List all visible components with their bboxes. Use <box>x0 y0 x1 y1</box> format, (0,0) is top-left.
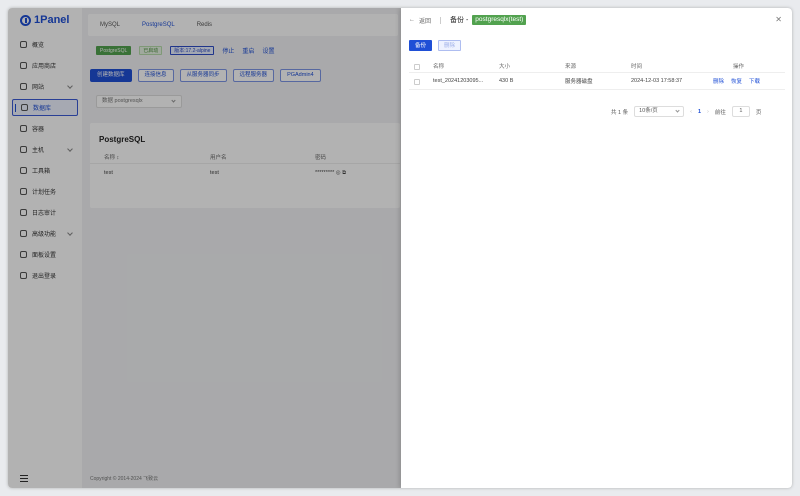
col-size-header: 大小 <box>499 64 511 70</box>
backup-drawer: ← 返回 备份 - postgresqlx(test) ✕ 备份 删除 名称 大… <box>401 8 792 488</box>
backup-size-cell: 430 B <box>499 78 514 84</box>
backup-source-cell: 服务器磁盘 <box>565 79 593 85</box>
page-size-select[interactable]: 10条/页 <box>634 106 685 117</box>
select-all-checkbox[interactable] <box>414 64 420 70</box>
pagination: 共 1 条 10条/页 ‹ 1 › 前往 1 页 <box>611 105 761 118</box>
current-page[interactable]: 1 <box>698 109 701 115</box>
page-suffix: 页 <box>755 109 762 116</box>
drawer-actions: 备份 删除 <box>409 40 462 51</box>
back-arrow-icon[interactable]: ← <box>409 17 415 23</box>
prev-page-button[interactable]: ‹ <box>690 109 692 115</box>
row-checkbox[interactable] <box>414 79 420 85</box>
table-header: 名称 大小 来源 时间 操作 <box>409 60 785 73</box>
backup-table: 名称 大小 来源 时间 操作 test_20241203095... 430 B… <box>409 60 785 90</box>
goto-label: 前往 <box>714 109 726 116</box>
back-link[interactable]: 返回 <box>419 16 431 25</box>
delete-button[interactable]: 删除 <box>438 40 462 51</box>
backup-target-tag: postgresqlx(test) <box>472 15 527 25</box>
next-page-button[interactable]: › <box>707 109 709 115</box>
chevron-down-icon <box>675 108 680 113</box>
close-icon[interactable]: ✕ <box>775 15 782 24</box>
col-name-header: 名称 <box>433 64 445 70</box>
download-backup-link[interactable]: 下载 <box>749 77 760 85</box>
delete-backup-link[interactable]: 删除 <box>713 77 724 85</box>
page-size-value: 10条/页 <box>639 108 658 114</box>
backup-button[interactable]: 备份 <box>409 40 433 51</box>
col-source-header: 来源 <box>565 64 577 70</box>
col-ops-header: 操作 <box>733 64 745 70</box>
restore-backup-link[interactable]: 恢复 <box>731 77 742 85</box>
drawer-title: 备份 - <box>450 17 469 24</box>
table-row: test_20241203095... 430 B 服务器磁盘 2024-12-… <box>409 73 785 90</box>
backup-time-cell: 2024-12-03 17:58:37 <box>631 78 683 84</box>
drawer-header: ← 返回 备份 - postgresqlx(test) ✕ <box>401 8 792 32</box>
row-actions: 删除 恢复 下载 <box>713 77 760 85</box>
app-window: 1Panel 概览 应用商店 网站 数据库 容器 主机 工具箱 计划任务 日志审计 高级功能 面板设… <box>8 8 792 488</box>
backup-name-cell: test_20241203095... <box>433 78 484 84</box>
col-time-header: 时间 <box>631 64 643 70</box>
header-divider <box>440 16 442 24</box>
total-count: 共 1 条 <box>611 109 629 116</box>
goto-page-input[interactable]: 1 <box>731 106 750 117</box>
